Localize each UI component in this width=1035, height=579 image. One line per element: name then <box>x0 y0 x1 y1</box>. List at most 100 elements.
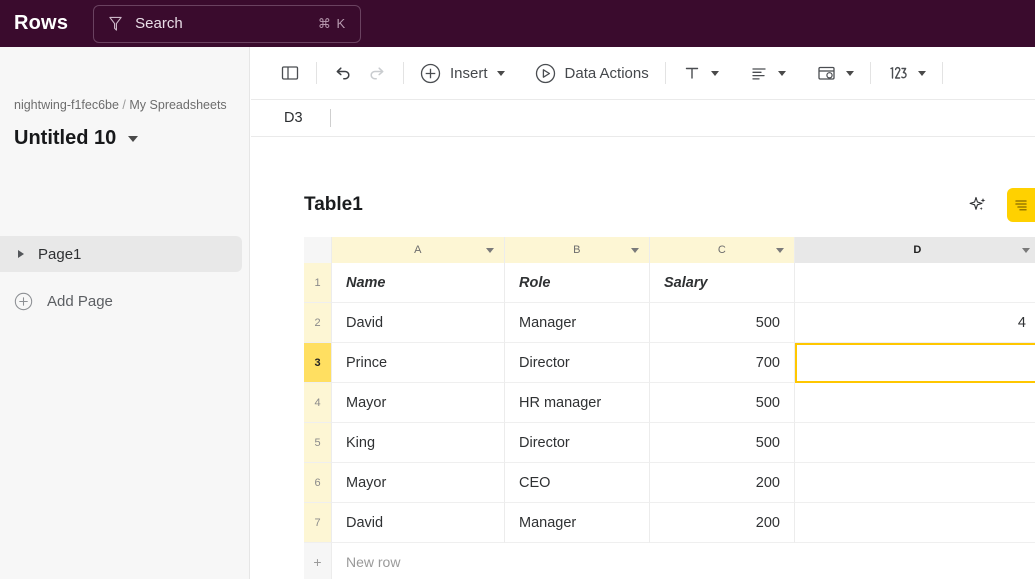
toolbar-divider <box>316 62 317 84</box>
undo-button[interactable] <box>326 56 360 90</box>
cell-c2[interactable]: 500 <box>650 303 795 343</box>
search-icon <box>109 16 122 31</box>
row-number[interactable]: 2 <box>304 303 332 343</box>
chevron-down-icon[interactable] <box>128 135 139 142</box>
data-actions-button[interactable]: Data Actions <box>528 56 656 90</box>
cell-a5[interactable]: King <box>332 423 505 463</box>
sidebar-item-page1[interactable]: Page1 <box>0 236 242 272</box>
cell-format-button[interactable] <box>809 56 861 90</box>
cell-d7[interactable] <box>795 503 1035 543</box>
cell-d4[interactable] <box>795 383 1035 423</box>
chevron-down-icon[interactable] <box>845 70 854 76</box>
table-row: 1 Name Role Salary <box>304 263 1035 303</box>
toolbar-divider <box>869 62 871 84</box>
breadcrumb-folder[interactable]: My Spreadsheets <box>129 98 226 112</box>
add-row-icon[interactable]: + <box>304 543 332 579</box>
breadcrumb[interactable]: nightwing-f1fec6be / My Spreadsheets <box>14 97 233 113</box>
table-name[interactable]: Table1 <box>304 194 363 216</box>
table-header: Table1 <box>304 185 1035 225</box>
cell-d5[interactable] <box>795 423 1035 463</box>
column-header-d[interactable]: D <box>795 237 1035 263</box>
cell-a2[interactable]: David <box>332 303 505 343</box>
breadcrumb-workspace[interactable]: nightwing-f1fec6be <box>14 98 119 112</box>
cell-a1[interactable]: Name <box>332 263 505 303</box>
cell-b6[interactable]: CEO <box>505 463 650 503</box>
data-actions-label: Data Actions <box>564 64 649 82</box>
table-row: 5 King Director 500 <box>304 423 1035 463</box>
cell-a6[interactable]: Mayor <box>332 463 505 503</box>
row-number[interactable]: 5 <box>304 423 332 463</box>
column-header-b[interactable]: B <box>505 237 650 263</box>
redo-button[interactable] <box>360 56 394 90</box>
document-title-row[interactable]: Untitled 10 <box>14 127 249 150</box>
cell-b7[interactable]: Manager <box>505 503 650 543</box>
column-header-a[interactable]: A <box>332 237 505 263</box>
sparkle-icon <box>969 196 986 211</box>
insert-button[interactable]: Insert <box>413 56 512 90</box>
cell-d6[interactable] <box>795 463 1035 503</box>
chevron-down-icon[interactable] <box>631 248 639 253</box>
row-number[interactable]: 1 <box>304 263 332 303</box>
chevron-down-icon[interactable] <box>777 70 786 76</box>
search-input[interactable]: Search ⌘ K <box>93 4 362 43</box>
cell-d1[interactable] <box>795 263 1035 303</box>
number-format-button[interactable] <box>880 56 933 90</box>
table-row: 3 Prince Director 700 <box>304 343 1035 383</box>
new-row-label[interactable]: New row <box>332 543 1035 579</box>
formula-input[interactable] <box>331 100 1035 136</box>
cell-b5[interactable]: Director <box>505 423 650 463</box>
top-bar: Rows Search ⌘ K <box>0 0 1035 47</box>
undo-icon <box>336 67 350 80</box>
row-number[interactable]: 6 <box>304 463 332 503</box>
cell-b4[interactable]: HR manager <box>505 383 650 423</box>
cell-a7[interactable]: David <box>332 503 505 543</box>
grid-corner[interactable] <box>304 237 332 263</box>
cell-c3[interactable]: 700 <box>650 343 795 383</box>
cell-d2[interactable]: 4 <box>795 303 1035 343</box>
toggle-sidebar-button[interactable] <box>273 56 307 90</box>
table-row: 6 Mayor CEO 200 <box>304 463 1035 503</box>
cell-c7[interactable]: 200 <box>650 503 795 543</box>
cell-b3[interactable]: Director <box>505 343 650 383</box>
align-button[interactable] <box>742 56 793 90</box>
chevron-down-icon[interactable] <box>776 248 784 253</box>
row-number[interactable]: 3 <box>304 343 332 383</box>
chevron-down-icon[interactable] <box>486 248 494 253</box>
cell-c5[interactable]: 500 <box>650 423 795 463</box>
cell-c4[interactable]: 500 <box>650 383 795 423</box>
column-letter: A <box>414 244 422 256</box>
table-menu-button[interactable] <box>1007 188 1035 222</box>
toggle-sidebar-icon <box>281 66 299 80</box>
chevron-down-icon[interactable] <box>917 70 926 76</box>
cell-c6[interactable]: 200 <box>650 463 795 503</box>
table-actions <box>965 185 1035 225</box>
text-format-button[interactable] <box>675 56 726 90</box>
cell-a3[interactable]: Prince <box>332 343 505 383</box>
column-letter: B <box>573 244 581 256</box>
cell-reference[interactable]: D3 <box>284 110 330 126</box>
cell-c1[interactable]: Salary <box>650 263 795 303</box>
ai-assist-button[interactable] <box>965 192 991 218</box>
cell-d3-selected[interactable] <box>795 343 1035 383</box>
cell-a4[interactable]: Mayor <box>332 383 505 423</box>
redo-icon <box>370 67 384 80</box>
chevron-right-icon[interactable] <box>18 250 24 258</box>
align-left-icon <box>752 68 766 80</box>
toolbar: Insert Data Actions <box>251 47 1035 100</box>
insert-label: Insert <box>450 64 488 82</box>
cell-b2[interactable]: Manager <box>505 303 650 343</box>
app-root: Rows Search ⌘ K nightwing-f1fec6be / My … <box>0 0 1035 579</box>
plus-circle-icon <box>420 63 441 83</box>
chevron-down-icon[interactable] <box>496 70 505 76</box>
sheet-canvas: Table1 A B C D 1 Name Role Salary 2 Davi… <box>251 137 1035 579</box>
row-number[interactable]: 4 <box>304 383 332 423</box>
add-page-button[interactable]: Add Page <box>0 283 242 319</box>
chevron-down-icon[interactable] <box>1022 248 1030 253</box>
new-row[interactable]: + New row <box>304 543 1035 579</box>
column-header-c[interactable]: C <box>650 237 795 263</box>
chevron-down-icon[interactable] <box>710 70 719 76</box>
app-logo[interactable]: Rows <box>14 12 68 35</box>
row-number[interactable]: 7 <box>304 503 332 543</box>
page-title: Untitled 10 <box>14 127 117 149</box>
cell-b1[interactable]: Role <box>505 263 650 303</box>
